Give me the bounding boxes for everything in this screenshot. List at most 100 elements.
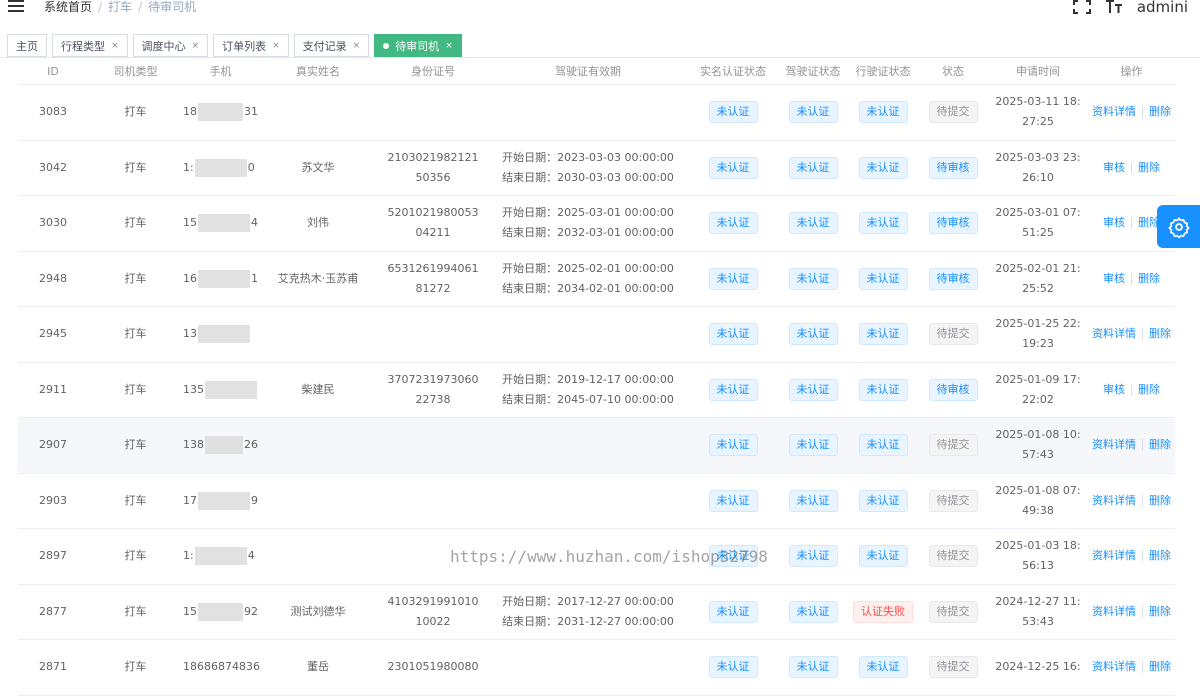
tab-tag[interactable]: 行程类型 × — [52, 34, 128, 57]
status-badge: 待提交 — [928, 101, 978, 124]
cell-apply-time: 2025-03-11 18: 27:25 — [988, 92, 1088, 132]
cell-vehicle-status: 未认证 — [848, 489, 918, 512]
status-badge: 认证失败 — [853, 600, 913, 623]
cell-vehicle-status: 未认证 — [848, 323, 918, 346]
column-header: 司机类型 — [113, 64, 158, 78]
close-icon[interactable]: × — [192, 41, 200, 51]
cell-id: 3042 — [39, 160, 67, 174]
status-badge: 未认证 — [858, 156, 908, 179]
review-button[interactable]: 审核 — [1103, 269, 1125, 289]
fullscreen-icon[interactable] — [1072, 0, 1091, 14]
cell-driver-type: 打车 — [124, 160, 147, 174]
cell-realname-status: 未认证 — [688, 212, 778, 235]
cell-license-status: 未认证 — [778, 489, 848, 512]
table-row[interactable]: 2911 打车 135 柴建民 3707231973060 22738 开始日期：2019-… — [18, 363, 1175, 418]
status-badge: 未认证 — [788, 545, 838, 568]
status-badge: 待提交 — [928, 489, 978, 512]
user-name[interactable]: admini — [1137, 0, 1188, 15]
phone-prefix: 1: — [183, 160, 194, 174]
status-badge: 待提交 — [928, 656, 978, 679]
close-icon[interactable]: × — [111, 41, 119, 51]
close-icon[interactable]: × — [272, 41, 280, 51]
table-row[interactable]: 3083 打车 18 31 未认证 未认证 未认证 待提交 2025-03-11 18: 27:2… — [18, 85, 1175, 141]
column-header: 身份证号 — [411, 64, 455, 78]
details-button[interactable]: 资料详情 — [1092, 102, 1136, 122]
apply-time-line1: 2025-01-08 07: — [995, 483, 1081, 497]
cell-license-status: 未认证 — [778, 545, 848, 568]
status-badge: 未认证 — [788, 600, 838, 623]
delete-button[interactable]: 删除 — [1149, 602, 1171, 622]
font-size-icon[interactable] — [1105, 0, 1123, 14]
license-start: 开始日期：2019-12-17 00:00:00 — [502, 372, 674, 386]
status-badge: 未认证 — [788, 434, 838, 457]
apply-time-line2: 51:25 — [1022, 226, 1054, 240]
cell-status: 待审核 — [918, 156, 988, 179]
review-button[interactable]: 审核 — [1103, 380, 1125, 400]
id-number-line1: 6531261994061 — [387, 261, 479, 275]
cell-realname-status: 未认证 — [688, 101, 778, 124]
id-number-line2: 50356 — [415, 170, 451, 184]
details-button[interactable]: 资料详情 — [1092, 491, 1136, 511]
breadcrumb-home[interactable]: 系统首页 — [44, 0, 92, 14]
tab-tag[interactable]: 订单列表 × — [213, 34, 289, 57]
settings-button[interactable] — [1157, 205, 1200, 248]
table-row[interactable]: 2903 打车 17 9 未认证 未认证 未认证 待提交 2025-01-08 07: 49:38… — [18, 474, 1175, 529]
cell-phone: 18686874836 — [183, 657, 260, 677]
tab-tag[interactable]: 待审司机 × — [374, 34, 462, 57]
delete-button[interactable]: 删除 — [1149, 546, 1171, 566]
delete-button[interactable]: 删除 — [1138, 269, 1160, 289]
apply-time-line2: 56:13 — [1022, 559, 1054, 573]
cell-realname-status: 未认证 — [688, 323, 778, 346]
table-row[interactable]: 2871 打车 18686874836 董岳 2301051980080 未认证 未认证 未认… — [18, 640, 1175, 696]
table-row[interactable]: 2877 打车 15 92 测试刘德华 4103291991010 10022 开始日期：20… — [18, 585, 1175, 640]
table-row[interactable]: 2907 打车 138 26 未认证 未认证 未认证 待提交 2025-01-08 10: 57:… — [18, 418, 1175, 474]
cell-license-status: 未认证 — [778, 434, 848, 457]
delete-button[interactable]: 删除 — [1138, 380, 1160, 400]
delete-button[interactable]: 删除 — [1149, 435, 1171, 455]
status-badge: 未认证 — [858, 489, 908, 512]
phone-mask — [205, 436, 243, 455]
phone-number: 18686874836 — [183, 660, 260, 674]
license-start: 开始日期：2025-03-01 00:00:00 — [502, 206, 674, 220]
delete-button[interactable]: 删除 — [1138, 158, 1160, 178]
details-button[interactable]: 资料详情 — [1092, 546, 1136, 566]
column-header: 实名认证状态 — [700, 64, 766, 78]
status-badge: 待提交 — [928, 545, 978, 568]
table-row[interactable]: 2945 打车 13 未认证 未认证 未认证 待提交 2025-01-25 22: 19:23 资… — [18, 307, 1175, 363]
license-start: 开始日期：2025-02-01 00:00:00 — [502, 261, 674, 275]
phone-prefix: 18 — [183, 105, 197, 119]
table-row[interactable]: 3042 打车 1: 0 苏文华 2103021982121 50356 开始日期：2023-… — [18, 141, 1175, 196]
cell-driver-type: 打车 — [124, 493, 147, 507]
hamburger-icon[interactable] — [8, 0, 24, 14]
delete-button[interactable]: 删除 — [1149, 102, 1171, 122]
apply-time-line2: 26:10 — [1022, 170, 1054, 184]
delete-button[interactable]: 删除 — [1149, 657, 1171, 677]
status-badge: 待审核 — [928, 267, 978, 290]
details-button[interactable]: 资料详情 — [1092, 435, 1136, 455]
delete-button[interactable]: 删除 — [1149, 491, 1171, 511]
details-button[interactable]: 资料详情 — [1092, 657, 1136, 677]
id-number-line1: 2301051980080 — [387, 660, 479, 674]
details-button[interactable]: 资料详情 — [1092, 602, 1136, 622]
id-number-line1: 3707231973060 — [387, 372, 479, 386]
delete-button[interactable]: 删除 — [1149, 324, 1171, 344]
review-button[interactable]: 审核 — [1103, 213, 1125, 233]
tag-label: 行程类型 — [61, 39, 105, 53]
review-button[interactable]: 审核 — [1103, 158, 1125, 178]
cell-status: 待提交 — [918, 101, 988, 124]
divider — [1142, 439, 1143, 452]
close-icon[interactable]: × — [353, 41, 361, 51]
table-row[interactable]: 3030 打车 15 4 刘伟 5201021980053 04211 开始日期：2025-0… — [18, 196, 1175, 252]
close-icon[interactable]: × — [445, 41, 453, 51]
breadcrumb-level1[interactable]: 打车 — [108, 0, 132, 14]
status-badge: 未认证 — [788, 101, 838, 124]
details-button[interactable]: 资料详情 — [1092, 324, 1136, 344]
tab-tag[interactable]: 主页 — [7, 34, 47, 57]
table-row[interactable]: 2948 打车 16 1 艾克热木·玉苏甫 6531261994061 81272 开始日期：… — [18, 252, 1175, 307]
tab-tag[interactable]: 支付记录 × — [293, 34, 370, 57]
status-badge: 未认证 — [788, 378, 838, 401]
breadcrumb-current: 待审司机 — [148, 0, 197, 14]
tab-tag[interactable]: 调度中心 × — [132, 34, 209, 57]
status-badge: 未认证 — [858, 267, 908, 290]
status-badge: 待提交 — [928, 600, 978, 623]
